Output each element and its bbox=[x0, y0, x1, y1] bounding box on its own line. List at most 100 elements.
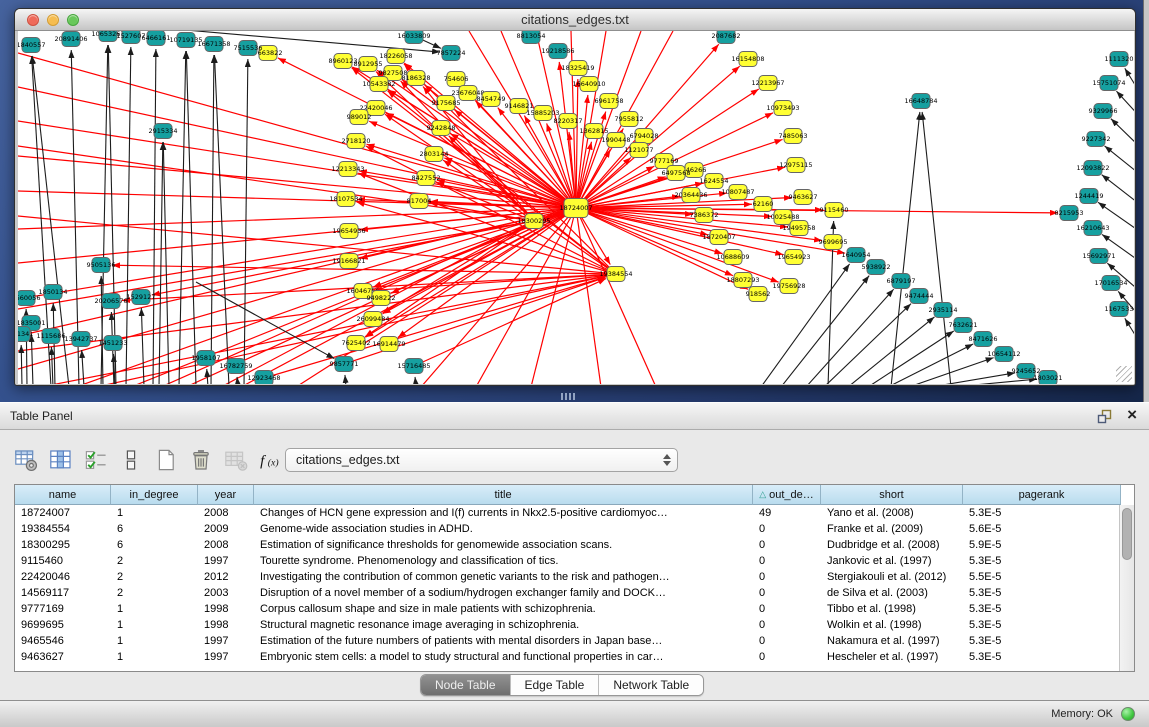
network-node[interactable]: 16154808 bbox=[731, 52, 764, 67]
network-node[interactable]: 8215953 bbox=[1055, 206, 1084, 221]
column-header-pagerank[interactable]: pagerank bbox=[963, 485, 1121, 505]
network-node[interactable]: 10654112 bbox=[987, 347, 1020, 362]
scrollbar-thumb[interactable] bbox=[1122, 508, 1132, 560]
table-row[interactable]: 1938455462009Genome-wide association stu… bbox=[15, 521, 1134, 537]
table-options-button[interactable] bbox=[10, 444, 42, 476]
network-node[interactable]: 10807487 bbox=[721, 185, 754, 200]
network-node[interactable]: 754606 bbox=[444, 72, 469, 87]
network-node[interactable]: 6961758 bbox=[595, 94, 624, 109]
network-node[interactable]: 9463627 bbox=[789, 190, 818, 205]
network-node[interactable]: 15751074 bbox=[1092, 76, 1125, 91]
table-row[interactable]: 1872400712008Changes of HCN gene express… bbox=[15, 505, 1134, 521]
network-node[interactable]: 19654936 bbox=[332, 224, 365, 239]
table-row[interactable]: 946554611997Estimation of the future num… bbox=[15, 633, 1134, 649]
network-node[interactable]: 2935114 bbox=[929, 303, 958, 318]
network-node[interactable]: 817004 bbox=[407, 194, 432, 209]
delete-column-button[interactable] bbox=[185, 444, 217, 476]
network-node[interactable]: 18226058 bbox=[379, 49, 412, 64]
network-node[interactable]: 7955812 bbox=[615, 112, 644, 127]
network-node[interactable]: 2560056 bbox=[18, 291, 40, 306]
column-header-name[interactable]: name bbox=[15, 485, 111, 505]
network-node[interactable]: 1840557 bbox=[18, 38, 45, 53]
network-node[interactable]: 20891406 bbox=[54, 32, 87, 47]
create-column-button[interactable] bbox=[150, 444, 182, 476]
network-node[interactable]: 62160 bbox=[753, 197, 774, 212]
network-node[interactable]: 20206576 bbox=[94, 294, 127, 309]
column-header-in_degree[interactable]: in_degree bbox=[111, 485, 198, 505]
network-window[interactable]: citations_edges.txt 18724007183002958960… bbox=[14, 8, 1136, 386]
table-row[interactable]: 946362711997Embryonic stem cells: a mode… bbox=[15, 649, 1134, 665]
network-node[interactable]: 19166821 bbox=[332, 254, 365, 269]
network-node[interactable]: 18107534 bbox=[329, 192, 362, 207]
network-node[interactable]: 12975115 bbox=[779, 158, 812, 173]
network-node[interactable]: 7485063 bbox=[779, 129, 808, 144]
select-all-button[interactable] bbox=[80, 444, 112, 476]
network-node[interactable]: 2803144 bbox=[420, 147, 449, 162]
network-node[interactable]: 10688609 bbox=[716, 250, 749, 265]
column-header-out_de[interactable]: △out_de… bbox=[753, 485, 821, 505]
network-node[interactable]: 7632621 bbox=[949, 318, 978, 333]
network-node[interactable]: 9227342 bbox=[1082, 132, 1111, 147]
network-node[interactable]: 1624554 bbox=[700, 174, 729, 189]
network-node[interactable]: 9175685 bbox=[432, 96, 461, 111]
network-node[interactable]: 918562 bbox=[746, 287, 771, 302]
close-panel-icon[interactable]: × bbox=[1127, 405, 1137, 425]
network-node[interactable]: 9474444 bbox=[905, 289, 934, 304]
resize-grip-icon[interactable] bbox=[1116, 366, 1132, 382]
column-header-year[interactable]: year bbox=[198, 485, 254, 505]
network-node[interactable]: 6879197 bbox=[887, 274, 916, 289]
table-row[interactable]: 977716911998Corpus callosum shape and si… bbox=[15, 601, 1134, 617]
table-scrollbar[interactable] bbox=[1119, 505, 1134, 671]
network-node[interactable]: 9115460 bbox=[820, 203, 849, 218]
svg-text:1115686: 1115686 bbox=[37, 332, 66, 340]
window-titlebar[interactable]: citations_edges.txt bbox=[15, 9, 1135, 31]
network-node[interactable]: 1529127 bbox=[127, 290, 156, 305]
network-canvas[interactable]: 1872400718300295896012389129551822605898… bbox=[18, 31, 1134, 384]
network-node[interactable]: 1850134 bbox=[39, 285, 68, 300]
network-node[interactable]: 1244419 bbox=[1075, 189, 1104, 204]
network-node[interactable]: 19756928 bbox=[772, 279, 805, 294]
tab-node-table[interactable]: Node Table bbox=[421, 675, 510, 695]
table-select-dropdown[interactable]: citations_edges.txt bbox=[285, 448, 678, 472]
network-node[interactable]: 19654923 bbox=[777, 250, 810, 265]
table-row[interactable]: 1456911722003Disruption of a novel membe… bbox=[15, 585, 1134, 601]
column-header-title[interactable]: title bbox=[254, 485, 753, 505]
table-row[interactable]: 1830029562008Estimation of significance … bbox=[15, 537, 1134, 553]
table-row[interactable]: 2242004622012Investigating the contribut… bbox=[15, 569, 1134, 585]
show-columns-button[interactable] bbox=[45, 444, 77, 476]
function-builder-button[interactable]: f(x) bbox=[255, 444, 287, 476]
cell-short: Wolkin et al. (1998) bbox=[821, 617, 963, 633]
network-node[interactable]: 18724007 bbox=[559, 199, 592, 218]
network-node[interactable]: 15692971 bbox=[1082, 249, 1115, 264]
table-row[interactable]: 969969511998Structural magnetic resonanc… bbox=[15, 617, 1134, 633]
network-node[interactable]: 12923468 bbox=[247, 371, 280, 385]
network-node[interactable]: 9505136 bbox=[87, 258, 116, 273]
network-node[interactable]: 12093822 bbox=[1076, 161, 1109, 176]
network-node[interactable]: 17016534 bbox=[1094, 276, 1127, 291]
network-node[interactable]: 16648784 bbox=[904, 94, 937, 109]
float-panel-icon[interactable] bbox=[1096, 408, 1113, 425]
network-node[interactable]: 12213967 bbox=[751, 76, 784, 91]
column-header-short[interactable]: short bbox=[821, 485, 963, 505]
network-node[interactable]: 20364436 bbox=[674, 188, 707, 203]
network-node[interactable]: 16782759 bbox=[219, 359, 252, 374]
network-node[interactable]: 16210643 bbox=[1076, 221, 1109, 236]
network-node[interactable]: 2915334 bbox=[149, 124, 178, 139]
network-node[interactable]: 16914479 bbox=[372, 337, 405, 352]
network-node[interactable]: 1640954 bbox=[842, 248, 871, 263]
network-node[interactable]: 9699695 bbox=[819, 235, 848, 250]
network-node[interactable]: 19218586 bbox=[541, 44, 574, 59]
tab-network-table[interactable]: Network Table bbox=[598, 675, 703, 695]
table-row[interactable]: 911546021997Tourette syndrome. Phenomeno… bbox=[15, 553, 1134, 569]
clear-selection-button[interactable] bbox=[115, 444, 147, 476]
tab-edge-table[interactable]: Edge Table bbox=[510, 675, 599, 695]
network-node[interactable]: 6466161 bbox=[142, 31, 171, 46]
network-node[interactable]: 989012 bbox=[347, 110, 372, 125]
network-node[interactable]: 18325419 bbox=[561, 61, 594, 76]
network-node[interactable]: 9329966 bbox=[1089, 104, 1118, 119]
splitter-handle[interactable] bbox=[561, 393, 575, 400]
network-node[interactable]: 5938922 bbox=[862, 260, 891, 275]
network-node[interactable]: 8813054 bbox=[517, 31, 546, 44]
network-node[interactable]: 1111320 bbox=[1105, 52, 1134, 67]
network-node[interactable]: 2087682 bbox=[712, 31, 741, 44]
